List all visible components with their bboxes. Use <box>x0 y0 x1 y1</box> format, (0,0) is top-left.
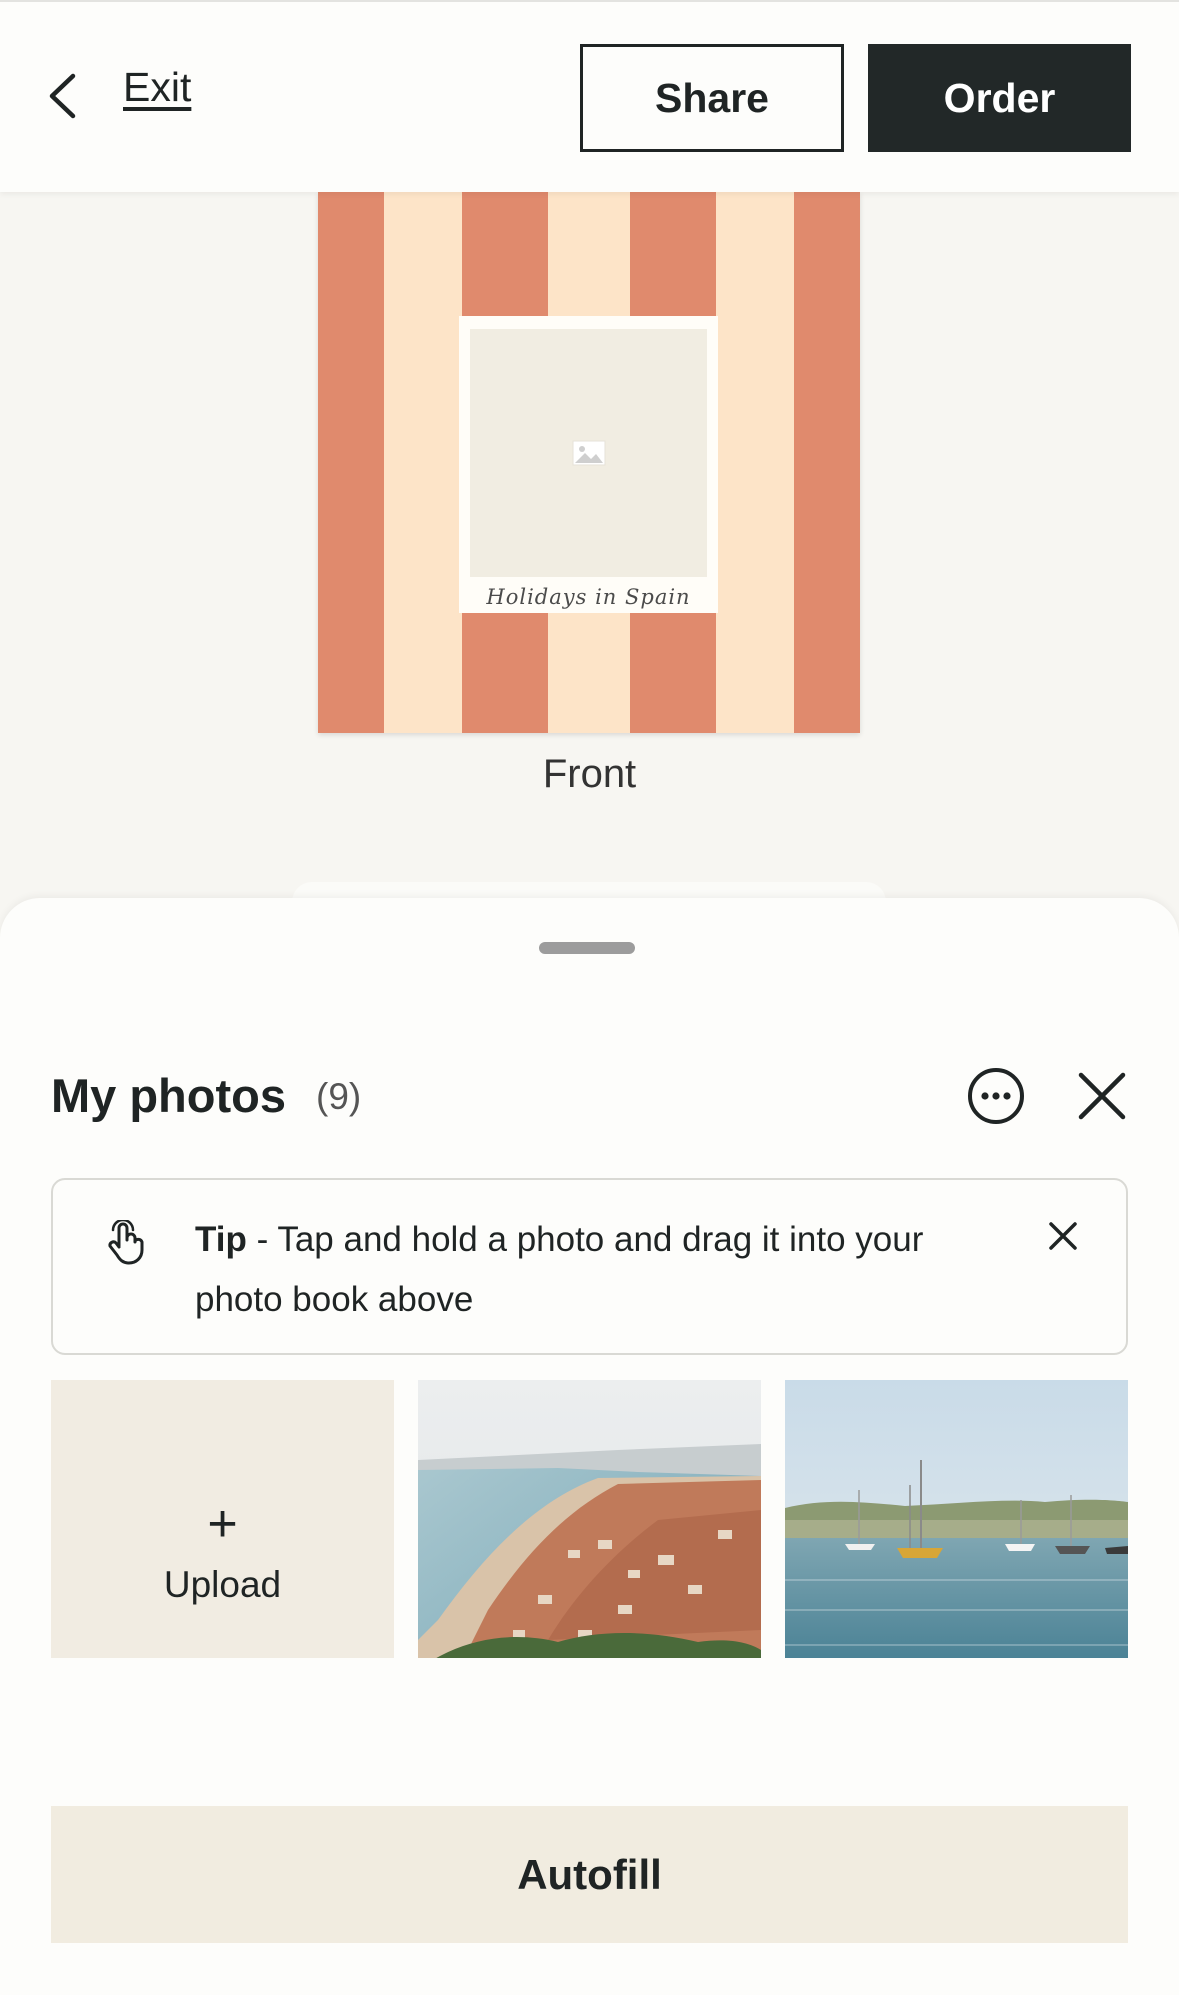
photo-thumbnail-coastal-city[interactable] <box>418 1380 761 1658</box>
upload-label: Upload <box>163 1563 282 1605</box>
tip-close-icon[interactable] <box>1045 1218 1081 1254</box>
autofill-button[interactable]: Autofill <box>51 1806 1128 1943</box>
tap-hand-icon <box>105 1218 149 1266</box>
more-options-icon[interactable] <box>966 1066 1026 1126</box>
cover-stripe <box>384 192 462 733</box>
tip-message: - Tap and hold a photo and drag it into … <box>195 1220 924 1319</box>
image-placeholder-icon <box>572 440 605 466</box>
cover-photo-frame[interactable]: Holidays in Spain <box>459 316 718 613</box>
tip-banner: Tip - Tap and hold a photo and drag it i… <box>51 1178 1128 1355</box>
close-icon[interactable] <box>1076 1070 1128 1122</box>
sheet-drag-handle[interactable] <box>539 942 635 954</box>
photo-count: (9) <box>316 1076 362 1117</box>
top-bar: Exit Share Order <box>0 0 1179 192</box>
plus-icon: + <box>207 1494 238 1553</box>
tip-label: Tip <box>195 1220 247 1259</box>
sheet-title: My photos <box>51 1069 286 1122</box>
cover-stripe <box>318 192 384 733</box>
photo-grid: + Upload <box>0 1380 1179 1658</box>
exit-link[interactable]: Exit <box>123 64 191 111</box>
cover-stripe <box>794 192 860 733</box>
photo-placeholder[interactable] <box>470 329 707 577</box>
upload-tile[interactable]: + Upload <box>51 1380 394 1658</box>
order-button[interactable]: Order <box>868 44 1131 152</box>
share-button[interactable]: Share <box>580 44 844 152</box>
photos-bottom-sheet: My photos (9) Tip - Tap and hold a photo… <box>0 898 1179 1995</box>
cover-title-text: Holidays in Spain <box>486 585 691 609</box>
photo-thumbnail-harbor-boats[interactable] <box>785 1380 1128 1658</box>
tip-text: Tip - Tap and hold a photo and drag it i… <box>195 1210 995 1330</box>
page-label: Front <box>542 752 637 796</box>
back-chevron-icon[interactable] <box>40 68 84 124</box>
cover-stripe <box>716 192 794 733</box>
book-cover-preview[interactable]: Holidays in Spain <box>318 192 860 733</box>
